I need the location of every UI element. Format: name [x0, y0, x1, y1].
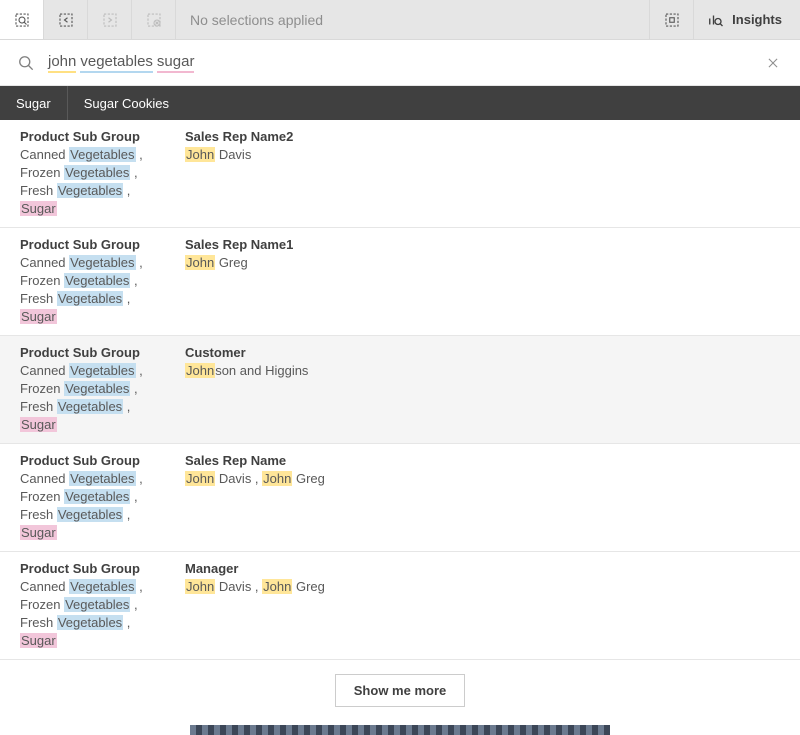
insights-button[interactable]: Insights: [693, 0, 800, 39]
insights-label: Insights: [732, 12, 782, 27]
field-name: Customer: [185, 345, 780, 360]
suggestion-tabs: SugarSugar Cookies: [0, 86, 800, 120]
field-name: Sales Rep Name: [185, 453, 780, 468]
smart-search-button[interactable]: [0, 0, 44, 39]
suggestion-tab[interactable]: Sugar: [0, 86, 67, 120]
result-row[interactable]: Product Sub GroupCanned Vegetables ,Froz…: [0, 228, 800, 336]
show-more-button[interactable]: Show me more: [335, 674, 465, 707]
field-name: Product Sub Group: [20, 561, 165, 576]
search-term: sugar: [157, 53, 195, 73]
suggestion-tab[interactable]: Sugar Cookies: [67, 86, 185, 120]
selections-status: No selections applied: [176, 0, 649, 39]
field-name: Product Sub Group: [20, 453, 165, 468]
result-row[interactable]: Product Sub GroupCanned Vegetables ,Froz…: [0, 336, 800, 444]
search-term: john: [48, 53, 76, 73]
show-more-row: Show me more: [0, 660, 800, 725]
clear-selections-button[interactable]: [132, 0, 176, 39]
close-icon[interactable]: [766, 56, 780, 70]
top-toolbar: No selections applied Insights: [0, 0, 800, 40]
result-row[interactable]: Product Sub GroupCanned Vegetables ,Froz…: [0, 552, 800, 660]
field-name: Product Sub Group: [20, 129, 165, 144]
insights-icon: [706, 11, 724, 29]
selections-tool-button[interactable]: [649, 0, 693, 39]
search-icon: [16, 53, 36, 73]
step-forward-button[interactable]: [88, 0, 132, 39]
search-input[interactable]: johnvegetablessugar: [48, 53, 766, 73]
field-name: Product Sub Group: [20, 237, 165, 252]
search-row: johnvegetablessugar: [0, 40, 800, 86]
field-name: Sales Rep Name1: [185, 237, 780, 252]
field-name: Product Sub Group: [20, 345, 165, 360]
results-list: Product Sub GroupCanned Vegetables ,Froz…: [0, 120, 800, 660]
step-back-button[interactable]: [44, 0, 88, 39]
field-name: Manager: [185, 561, 780, 576]
decorative-strip: [190, 725, 610, 735]
search-term: vegetables: [80, 53, 153, 73]
result-row[interactable]: Product Sub GroupCanned Vegetables ,Froz…: [0, 120, 800, 228]
result-row[interactable]: Product Sub GroupCanned Vegetables ,Froz…: [0, 444, 800, 552]
field-name: Sales Rep Name2: [185, 129, 780, 144]
